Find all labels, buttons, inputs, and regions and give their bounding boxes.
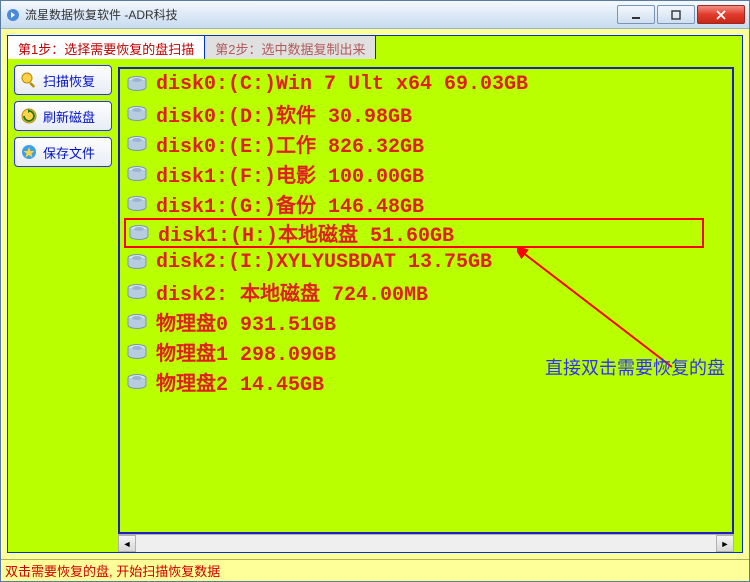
- tabs-row: 第1步：选择需要恢复的盘扫描 第2步：选中数据复制出来: [7, 35, 743, 59]
- titlebar: 流星数据恢复软件 -ADR科技: [1, 1, 749, 29]
- disk-listing: disk0:(C:)Win 7 Ult x64 69.03GB disk0:(D:…: [118, 67, 734, 534]
- hdd-icon: [126, 343, 148, 361]
- hdd-icon: [126, 75, 148, 93]
- app-window: 流星数据恢复软件 -ADR科技 第1步：选择需要恢复的盘扫描 第2步：选中数据复…: [0, 0, 750, 582]
- tab-step1[interactable]: 第1步：选择需要恢复的盘扫描: [8, 36, 205, 60]
- disk-row[interactable]: disk1:(F:)电影 100.00GB: [120, 159, 732, 189]
- scan-recover-label: 扫描恢复: [43, 71, 95, 90]
- scroll-left-button[interactable]: ◄: [118, 535, 136, 552]
- disk-label: disk0:(E:)工作 826.32GB: [156, 129, 424, 159]
- scroll-track[interactable]: [136, 535, 716, 552]
- hdd-icon: [126, 105, 148, 123]
- hdd-icon: [126, 283, 148, 301]
- disk-label: disk2: 本地磁盘 724.00MB: [156, 277, 428, 307]
- magnifier-icon: [19, 70, 39, 90]
- disk-row[interactable]: disk1:(H:)本地磁盘 51.60GB: [124, 218, 704, 248]
- disk-label: disk2:(I:)XYLYUSBDAT 13.75GB: [156, 251, 492, 274]
- save-files-label: 保存文件: [43, 143, 95, 162]
- star-icon: [19, 142, 39, 162]
- disk-label: disk1:(H:)本地磁盘 51.60GB: [158, 218, 454, 248]
- save-files-button[interactable]: 保存文件: [14, 137, 112, 167]
- listing-wrap: disk0:(C:)Win 7 Ult x64 69.03GB disk0:(D:…: [118, 59, 742, 552]
- refresh-disk-label: 刷新磁盘: [43, 107, 95, 126]
- sidebar: 扫描恢复 刷新磁盘 保存文件: [8, 59, 118, 552]
- hdd-icon: [126, 313, 148, 331]
- disk-row[interactable]: disk2: 本地磁盘 724.00MB: [120, 277, 732, 307]
- disk-label: 物理盘2 14.45GB: [156, 367, 324, 397]
- tab-step2[interactable]: 第2步：选中数据复制出来: [205, 36, 376, 60]
- app-icon: [5, 7, 21, 23]
- window-controls: [615, 5, 745, 24]
- refresh-disk-button[interactable]: 刷新磁盘: [14, 101, 112, 131]
- disk-row[interactable]: disk0:(E:)工作 826.32GB: [120, 129, 732, 159]
- window-title: 流星数据恢复软件 -ADR科技: [25, 6, 615, 23]
- annotation-text: 直接双击需要恢复的盘: [545, 354, 725, 380]
- disk-row[interactable]: disk0:(D:)软件 30.98GB: [120, 99, 732, 129]
- scroll-right-button[interactable]: ►: [716, 535, 734, 552]
- hdd-icon: [126, 253, 148, 271]
- horizontal-scrollbar[interactable]: ◄ ►: [118, 534, 734, 552]
- disk-label: disk1:(G:)备份 146.48GB: [156, 189, 424, 219]
- main-layout: 扫描恢复 刷新磁盘 保存文件 disk0:(C:)Win 7: [7, 59, 743, 553]
- scan-recover-button[interactable]: 扫描恢复: [14, 65, 112, 95]
- disk-label: disk1:(F:)电影 100.00GB: [156, 159, 424, 189]
- statusbar: 双击需要恢复的盘, 开始扫描恢复数据: [1, 559, 749, 581]
- status-text: 双击需要恢复的盘, 开始扫描恢复数据: [5, 561, 220, 580]
- maximize-button[interactable]: [657, 5, 695, 24]
- hdd-icon: [126, 195, 148, 213]
- hdd-icon: [126, 165, 148, 183]
- disk-row[interactable]: 物理盘0 931.51GB: [120, 307, 732, 337]
- hdd-icon: [128, 224, 150, 242]
- disk-row[interactable]: disk0:(C:)Win 7 Ult x64 69.03GB: [120, 69, 732, 99]
- content-area: 第1步：选择需要恢复的盘扫描 第2步：选中数据复制出来 扫描恢复 刷新磁盘: [1, 29, 749, 559]
- disk-row[interactable]: disk1:(G:)备份 146.48GB: [120, 189, 732, 219]
- close-button[interactable]: [697, 5, 745, 24]
- disk-label: disk0:(D:)软件 30.98GB: [156, 99, 412, 129]
- disk-label: 物理盘0 931.51GB: [156, 307, 336, 337]
- hdd-icon: [126, 135, 148, 153]
- disk-label: disk0:(C:)Win 7 Ult x64 69.03GB: [156, 73, 528, 96]
- disk-label: 物理盘1 298.09GB: [156, 337, 336, 367]
- refresh-icon: [19, 106, 39, 126]
- hdd-icon: [126, 373, 148, 391]
- disk-row[interactable]: disk2:(I:)XYLYUSBDAT 13.75GB: [120, 247, 732, 277]
- minimize-button[interactable]: [617, 5, 655, 24]
